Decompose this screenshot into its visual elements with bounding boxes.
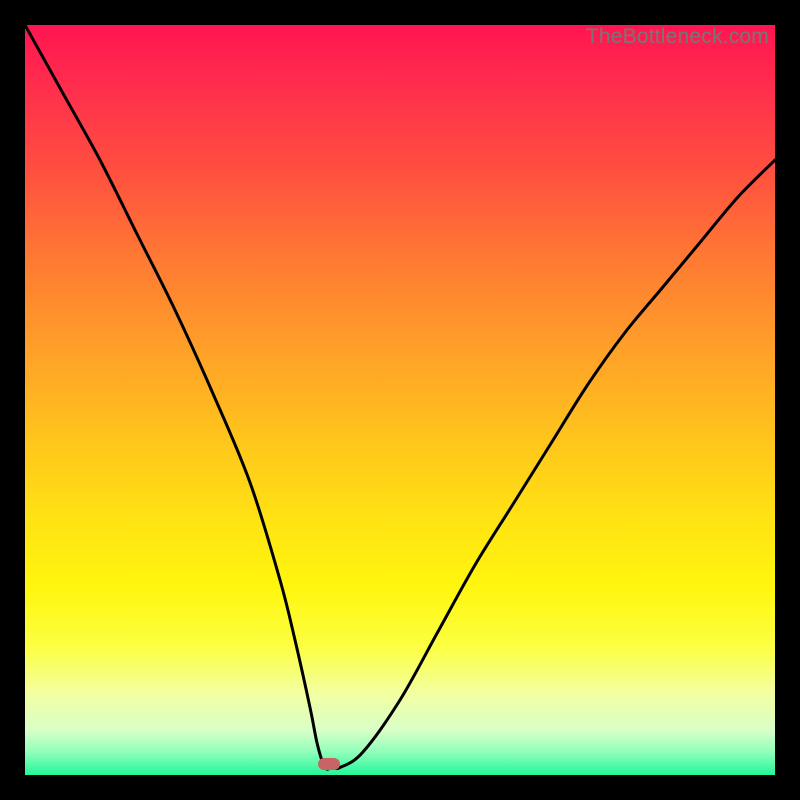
- optimal-point-marker: [318, 758, 340, 770]
- plot-area: TheBottleneck.com: [25, 25, 775, 775]
- chart-frame: TheBottleneck.com: [0, 0, 800, 800]
- bottleneck-curve: [25, 25, 775, 775]
